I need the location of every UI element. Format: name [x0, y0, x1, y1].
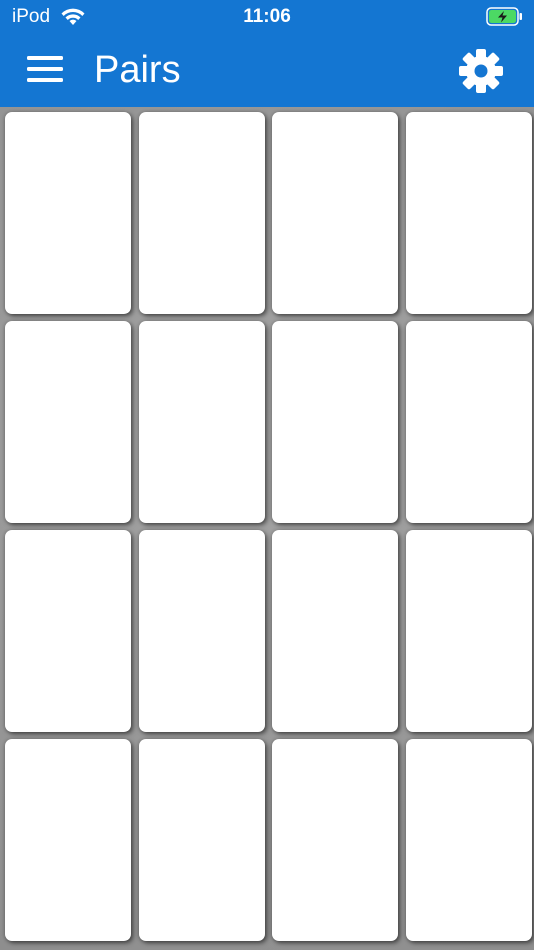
card-r4-c3[interactable]: [272, 739, 398, 941]
card-r2-c3[interactable]: [272, 321, 398, 523]
clock: 11:06: [243, 6, 291, 27]
card-r1-c4[interactable]: [406, 112, 532, 314]
card-r3-c3[interactable]: [272, 530, 398, 732]
card-board: [0, 107, 534, 950]
card-r4-c4[interactable]: [406, 739, 532, 941]
card-r1-c3[interactable]: [272, 112, 398, 314]
card-r3-c4[interactable]: [406, 530, 532, 732]
card-r2-c1[interactable]: [5, 321, 131, 523]
gear-icon[interactable]: [456, 46, 506, 96]
card-r2-c4[interactable]: [406, 321, 532, 523]
status-bar: iPod 11:06: [0, 0, 534, 34]
page-title: Pairs: [94, 49, 181, 91]
card-r1-c1[interactable]: [5, 112, 131, 314]
card-r4-c1[interactable]: [5, 739, 131, 941]
hamburger-menu-icon[interactable]: [22, 50, 68, 90]
battery-charging-icon: [486, 7, 522, 26]
card-r3-c2[interactable]: [139, 530, 265, 732]
app-header: iPod 11:06 Pairs: [0, 0, 534, 107]
navigation-bar: Pairs: [0, 34, 534, 107]
card-r3-c1[interactable]: [5, 530, 131, 732]
card-r4-c2[interactable]: [139, 739, 265, 941]
card-r2-c2[interactable]: [139, 321, 265, 523]
card-r1-c2[interactable]: [139, 112, 265, 314]
